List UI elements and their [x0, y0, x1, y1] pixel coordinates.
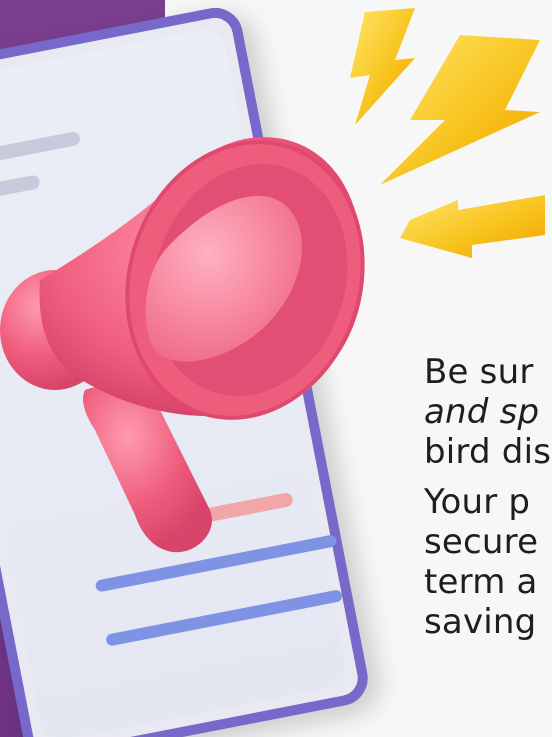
- paragraph-2-line-2: secure: [424, 522, 539, 562]
- lightning-bolt-small: [350, 8, 415, 125]
- paragraph-2-line-4: saving: [424, 602, 537, 642]
- paragraph-2-line-1: Your p: [424, 482, 531, 522]
- paragraph-2-line-3: term a: [424, 562, 538, 602]
- placeholder-line-blue-2: [105, 589, 344, 647]
- paragraph-2: Your p secure term a saving: [424, 482, 552, 642]
- paragraph-1-line-1: Be sur: [424, 352, 534, 392]
- lightning-bolt-bottom: [400, 195, 545, 258]
- lightning-bolt-large: [380, 35, 540, 185]
- promo-illustration-stage: Be sur and sp bird dis Your p secure ter…: [0, 0, 552, 737]
- paragraph-1-line-3: bird dis: [424, 432, 552, 472]
- promo-text-block: Be sur and sp bird dis Your p secure ter…: [424, 352, 552, 642]
- lightning-bolts-icon: [350, 8, 545, 258]
- paragraph-1: Be sur and sp bird dis: [424, 352, 552, 472]
- paragraph-1-line-2: and sp: [424, 392, 540, 432]
